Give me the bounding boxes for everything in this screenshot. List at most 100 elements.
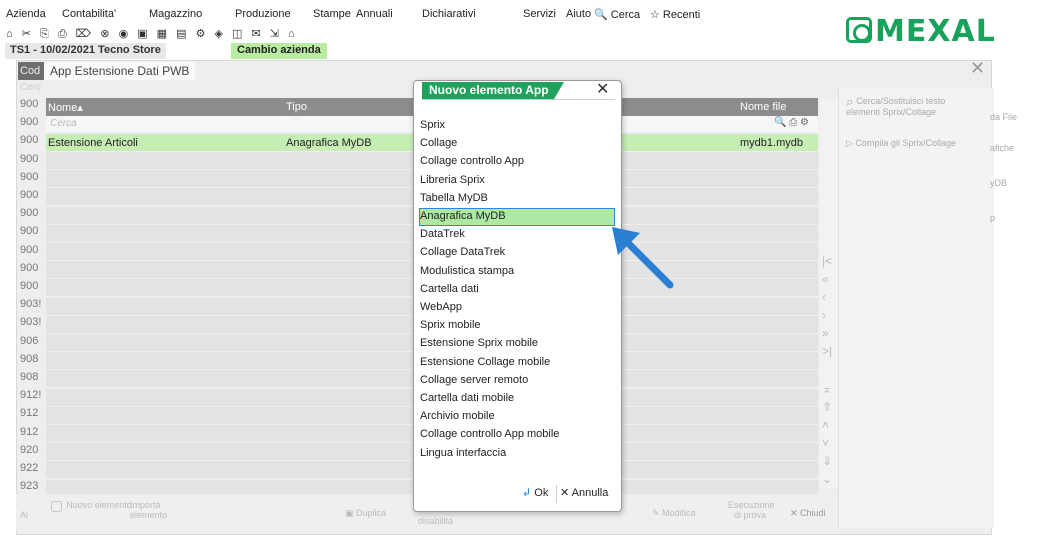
- toolbar-icons[interactable]: ⌂ ✂ ⎘ ⎙ ⌦ ⊗ ◉ ▣ ▦ ▤ ⚙ ◈ ◫ ✉ ⇲ ⌂: [6, 27, 298, 41]
- dialog-item[interactable]: Collage controllo App mobile: [419, 426, 615, 444]
- company-tab[interactable]: TS1 - 10/02/2021 Tecno Store: [5, 43, 166, 59]
- cod-header: Cod: [18, 62, 44, 80]
- edit-button[interactable]: ✎ Modifica: [652, 508, 696, 518]
- import-element-button[interactable]: Importa elemento: [130, 500, 182, 520]
- cod-cell: 922: [20, 462, 39, 474]
- first-page-icon[interactable]: |<: [822, 254, 832, 268]
- dialog-item[interactable]: Archivio mobile: [419, 408, 615, 426]
- menu-servizi[interactable]: Servizi: [523, 8, 556, 20]
- next-page-icon[interactable]: ›: [822, 308, 826, 322]
- top-icon[interactable]: ⌅: [822, 382, 832, 396]
- cod-cell: 906: [20, 334, 39, 347]
- new-element-dialog: Nuovo elemento App ✕ Sprix Collage Collage…: [413, 80, 622, 512]
- test-run-button[interactable]: Esecuzione di prova: [728, 500, 775, 520]
- menu-dichiarativi[interactable]: Dichiarativi: [422, 8, 476, 20]
- next-pages-icon[interactable]: »: [822, 326, 829, 340]
- search-input[interactable]: Cerca: [50, 118, 77, 129]
- filter-tools-icon[interactable]: 🔍 ⎙ ⚙: [774, 117, 809, 128]
- dialog-item[interactable]: Collage server remoto: [419, 372, 615, 390]
- menu-stampe[interactable]: Stampe: [313, 8, 351, 20]
- close-label: Chiudi: [800, 508, 826, 518]
- cod-search[interactable]: Cerc: [20, 82, 41, 93]
- dialog-item[interactable]: Cartella dati: [419, 281, 615, 299]
- dialog-item[interactable]: Sprix mobile: [419, 317, 615, 335]
- logo-icon: [846, 17, 872, 43]
- dialog-item[interactable]: Cartella dati mobile: [419, 390, 615, 408]
- new-element-button[interactable]: ▢ Nuovo elemento: [50, 497, 132, 513]
- clipped-label: da File: [990, 112, 1018, 122]
- bottom-icon[interactable]: ⌄: [822, 472, 832, 486]
- menu-aiuto[interactable]: Aiuto: [566, 8, 591, 20]
- menu-contabilita[interactable]: Contabilita': [62, 8, 116, 20]
- logo-text: MEXAL: [875, 14, 996, 49]
- new-icon: ▢: [50, 497, 64, 513]
- divider: [556, 485, 557, 503]
- prev-pages-icon[interactable]: «: [822, 272, 829, 286]
- dialog-item[interactable]: WebApp: [419, 299, 615, 317]
- dialog-item[interactable]: Sprix: [419, 117, 615, 135]
- dialog-item[interactable]: Tabella MyDB: [419, 190, 615, 208]
- menu-produzione[interactable]: Produzione: [235, 8, 291, 20]
- menu-cerca[interactable]: 🔍 Cerca: [594, 8, 640, 21]
- change-company-button[interactable]: Cambio azienda: [231, 43, 327, 59]
- cod-cell: 903!: [20, 316, 42, 329]
- dialog-item[interactable]: Estensione Collage mobile: [419, 354, 615, 372]
- close-button[interactable]: ✕ Chiudi: [790, 508, 826, 518]
- dialog-item[interactable]: Collage: [419, 135, 615, 153]
- menu-bar: Azienda Contabilita' Magazzino Produzion…: [0, 0, 820, 21]
- cod-cell: 900: [20, 261, 39, 274]
- scroll-up-fast-icon[interactable]: ⇑: [822, 400, 832, 414]
- row-name: Estensione Articoli: [48, 137, 138, 149]
- cod-cell: 900: [20, 152, 39, 165]
- dialog-item[interactable]: Libreria Sprix: [419, 172, 615, 190]
- duplicate-icon: ▣: [345, 508, 357, 518]
- last-page-icon[interactable]: >|: [822, 344, 832, 358]
- dialog-item[interactable]: Anagrafica MyDB: [419, 208, 615, 226]
- play-icon: ▷: [846, 138, 856, 148]
- edit-label: Modifica: [662, 508, 696, 518]
- menu-annuali[interactable]: Annuali: [356, 8, 393, 20]
- cod-cell: 900: [20, 116, 39, 129]
- cod-cell: 900: [20, 134, 39, 147]
- scroll-down-icon[interactable]: ˅: [822, 436, 829, 450]
- close-icon: ✕: [790, 508, 801, 518]
- scroll-down-fast-icon[interactable]: ⇓: [822, 454, 832, 468]
- all-button[interactable]: Al: [20, 510, 28, 520]
- ok-icon: ↲: [522, 487, 535, 499]
- dialog-item[interactable]: Estensione Sprix mobile: [419, 335, 615, 353]
- cancel-button[interactable]: ✕ Annulla: [560, 486, 608, 499]
- dialog-item[interactable]: Collage controllo App: [419, 153, 615, 171]
- menu-recenti[interactable]: ☆ Recenti: [650, 8, 700, 21]
- window-tab[interactable]: App Estensione Dati PWB: [44, 62, 196, 80]
- col-tipo[interactable]: Tipo: [286, 101, 307, 113]
- menu-magazzino[interactable]: Magazzino: [149, 8, 202, 20]
- duplicate-label: Duplica: [356, 508, 387, 518]
- cod-cell: 900: [20, 189, 39, 201]
- dialog-close-icon[interactable]: ✕: [596, 79, 609, 99]
- col-nome-file[interactable]: Nome file: [740, 101, 786, 113]
- dialog-item[interactable]: Modulistica stampa: [419, 263, 615, 281]
- cod-cell: 908: [20, 352, 39, 365]
- cod-cell: 908: [20, 371, 39, 383]
- col-nome[interactable]: Nome▴: [48, 101, 83, 114]
- cod-cell: 900: [20, 225, 39, 238]
- ok-button[interactable]: ↲ Ok: [522, 486, 548, 499]
- cancel-label: Annulla: [571, 487, 609, 499]
- cod-cell: 900: [20, 243, 39, 256]
- dialog-item[interactable]: Collage DataTrek: [419, 244, 615, 262]
- menu-azienda[interactable]: Azienda: [6, 8, 46, 20]
- prev-page-icon[interactable]: ‹: [822, 290, 826, 304]
- cod-cell: 900: [20, 170, 39, 183]
- window-close-icon[interactable]: ✕: [970, 58, 985, 79]
- cod-cell: 903!: [20, 298, 42, 311]
- duplicate-button[interactable]: ▣ Duplica: [345, 508, 386, 518]
- dialog-item[interactable]: Lingua interfaccia: [419, 445, 615, 463]
- dialog-item[interactable]: DataTrek: [419, 226, 615, 244]
- search-replace-button[interactable]: ⌕ Cerca/Sostituisci testo elementi Sprix/…: [846, 95, 980, 118]
- disable-button[interactable]: disabilita: [418, 516, 453, 526]
- compile-button[interactable]: ▷ Compila gli Sprix/Collage: [846, 138, 956, 149]
- divider: [422, 99, 615, 100]
- scroll-up-icon[interactable]: ˄: [822, 418, 829, 432]
- mexal-logo: MEXAL: [846, 14, 996, 49]
- cod-cell: 912!: [20, 389, 42, 402]
